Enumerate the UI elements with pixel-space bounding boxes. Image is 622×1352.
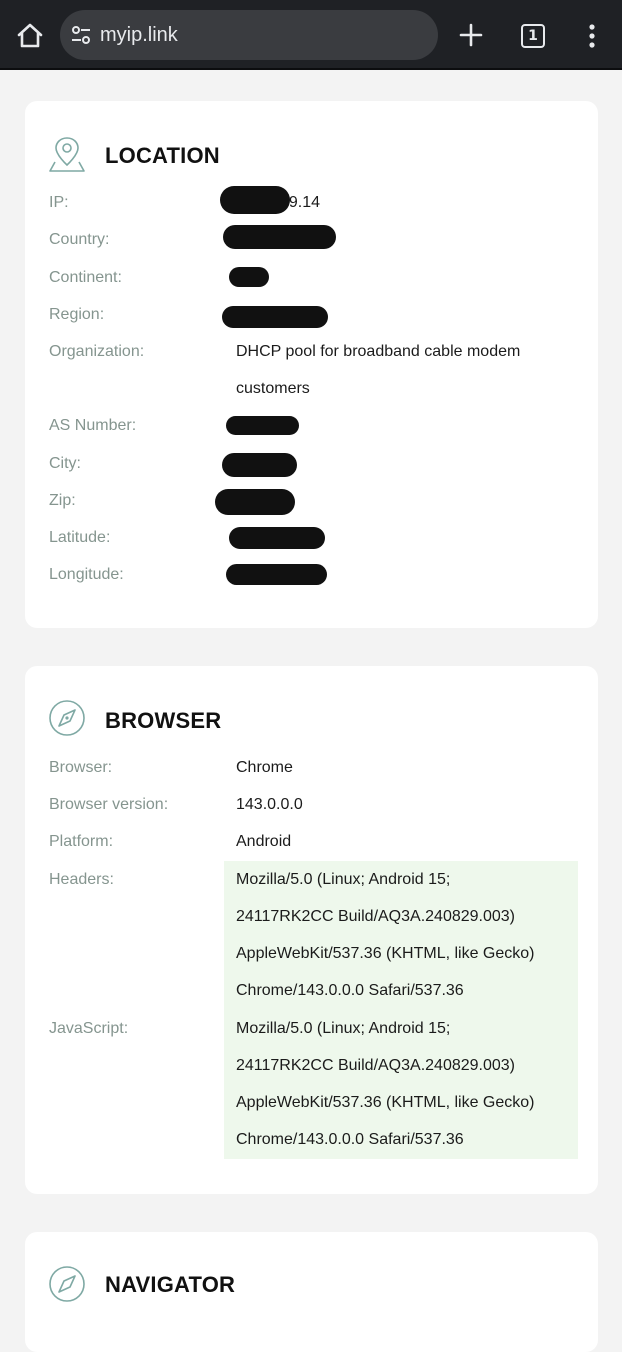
zip-label: Zip:: [49, 492, 76, 509]
headers-line-2: 24117RK2CC Build/AQ3A.240829.003): [236, 908, 515, 925]
platform-label: Platform:: [49, 833, 114, 850]
redaction-latitude: [229, 527, 325, 549]
browser-toolbar: myip.link 1: [0, 0, 622, 70]
browser-title: BROWSER: [105, 708, 222, 733]
headers-line-4: Chrome/143.0.0.0 Safari/537.36: [236, 982, 464, 999]
plus-icon: [459, 23, 483, 47]
redaction-country: [223, 225, 336, 249]
redaction-region: [222, 306, 328, 328]
javascript-row-4: Chrome/143.0.0.0 Safari/537.36: [25, 1121, 598, 1158]
map-pin-icon: [47, 134, 87, 174]
home-icon: [17, 23, 43, 48]
javascript-label: JavaScript:: [49, 1020, 129, 1037]
platform-value: Android: [236, 833, 292, 850]
headers-row-3: AppleWebKit/537.36 (KHTML, like Gecko): [25, 935, 598, 972]
location-row-continent: Continent:: [25, 259, 598, 296]
headers-row-4: Chrome/143.0.0.0 Safari/537.36: [25, 972, 598, 1009]
tab-count: 1: [521, 24, 545, 48]
location-row-city: City:: [25, 445, 598, 482]
javascript-row-2: 24117RK2CC Build/AQ3A.240829.003): [25, 1047, 598, 1084]
redaction-ip: [220, 186, 290, 214]
browser-row-javascript: JavaScript: Mozilla/5.0 (Linux; Android …: [25, 1010, 598, 1047]
ip-label: IP:: [49, 194, 69, 211]
country-label: Country:: [49, 231, 110, 248]
as-number-label: AS Number:: [49, 417, 137, 434]
headers-line-3: AppleWebKit/537.36 (KHTML, like Gecko): [236, 945, 535, 962]
site-settings-icon[interactable]: [70, 24, 92, 46]
browser-row-platform: Platform: Android: [25, 823, 598, 860]
redaction-as-number: [226, 416, 299, 435]
browser-row-headers: Headers: Mozilla/5.0 (Linux; Android 15;: [25, 861, 598, 898]
longitude-label: Longitude:: [49, 566, 124, 583]
browser-row-version: Browser version: 143.0.0.0: [25, 786, 598, 823]
location-row-as-number: AS Number:: [25, 407, 598, 444]
headers-label: Headers:: [49, 871, 114, 888]
navigator-card: NAVIGATOR: [25, 1232, 598, 1352]
region-label: Region:: [49, 306, 105, 323]
redaction-city: [222, 453, 297, 477]
javascript-row-3: AppleWebKit/537.36 (KHTML, like Gecko): [25, 1084, 598, 1121]
organization-label: Organization:: [49, 343, 145, 360]
location-title: LOCATION: [105, 143, 220, 168]
city-label: City:: [49, 455, 81, 472]
headers-row-2: 24117RK2CC Build/AQ3A.240829.003): [25, 898, 598, 935]
new-tab-button[interactable]: [456, 20, 486, 50]
browser-version-label: Browser version:: [49, 796, 169, 813]
javascript-line-1: Mozilla/5.0 (Linux; Android 15;: [236, 1020, 451, 1037]
organization-value-line1: DHCP pool for broadband cable modem: [236, 343, 521, 360]
more-vert-icon: [589, 24, 595, 48]
compass-icon: [47, 698, 87, 738]
organization-value-line2: customers: [236, 380, 310, 397]
browser-card: BROWSER Browser: Chrome Browser version:…: [25, 666, 598, 1194]
continent-label: Continent:: [49, 269, 122, 286]
redaction-zip: [215, 489, 295, 515]
location-row-zip: Zip:: [25, 482, 598, 519]
home-button[interactable]: [14, 20, 46, 52]
browser-row-browser: Browser: Chrome: [25, 749, 598, 786]
redaction-longitude: [226, 564, 327, 585]
redaction-continent: [229, 267, 269, 287]
more-menu-button[interactable]: [580, 20, 604, 52]
navigator-title: NAVIGATOR: [105, 1272, 236, 1297]
navigator-icon: [47, 1264, 87, 1304]
javascript-line-2: 24117RK2CC Build/AQ3A.240829.003): [236, 1057, 515, 1074]
url-text[interactable]: myip.link: [100, 10, 178, 60]
browser-value: Chrome: [236, 759, 293, 776]
browser-version-value: 143.0.0.0: [236, 796, 303, 813]
javascript-line-3: AppleWebKit/537.36 (KHTML, like Gecko): [236, 1094, 535, 1111]
tab-switcher-button[interactable]: 1: [519, 22, 547, 50]
headers-line-1: Mozilla/5.0 (Linux; Android 15;: [236, 871, 451, 888]
browser-label: Browser:: [49, 759, 113, 776]
location-card: LOCATION IP: 49.14 Country: Continent: R…: [25, 101, 598, 628]
address-bar[interactable]: myip.link: [60, 10, 438, 60]
location-row-organization: Organization: DHCP pool for broadband ca…: [25, 333, 598, 370]
latitude-label: Latitude:: [49, 529, 111, 546]
javascript-line-4: Chrome/143.0.0.0 Safari/537.36: [236, 1131, 464, 1148]
location-row-organization-cont: customers: [25, 370, 598, 407]
location-row-ip: IP: 49.14: [25, 184, 598, 221]
